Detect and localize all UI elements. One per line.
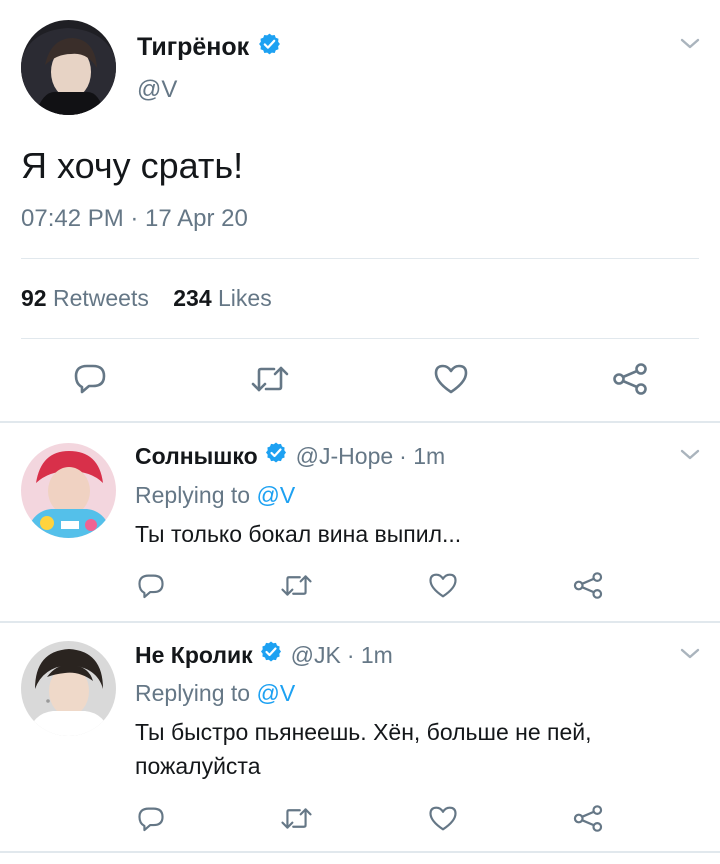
replying-to-label: Replying to: [135, 482, 251, 508]
likes-label: Likes: [218, 285, 272, 311]
likes-stat[interactable]: 234 Likes: [173, 285, 271, 311]
tweet-timestamp[interactable]: 07:42 PM · 17 Apr 20: [21, 205, 248, 233]
verified-badge-icon: [257, 32, 282, 62]
retweets-count: 92: [21, 285, 47, 311]
replying-to-handle[interactable]: @V: [256, 482, 295, 508]
replying-to-handle[interactable]: @V: [256, 680, 295, 706]
retweet-icon[interactable]: [280, 573, 313, 598]
chevron-down-icon[interactable]: [678, 646, 702, 662]
share-icon[interactable]: [611, 362, 649, 396]
author-handle[interactable]: @JK: [291, 642, 341, 669]
author-handle[interactable]: @V: [137, 76, 177, 104]
retweets-label: Retweets: [52, 285, 149, 311]
replying-to-label: Replying to: [135, 680, 251, 706]
reply-icon[interactable]: [73, 362, 107, 394]
divider: [0, 621, 720, 623]
replying-to: Replying to @V: [135, 680, 295, 707]
retweet-icon[interactable]: [280, 806, 313, 831]
author-name-row: Тигрёнок: [137, 32, 282, 62]
heart-icon[interactable]: [428, 805, 458, 832]
reply-icon[interactable]: [137, 805, 165, 832]
retweets-stat[interactable]: 92 Retweets: [21, 285, 155, 311]
reply-header: Солнышко @J-Hope · 1m: [135, 441, 445, 471]
reply-text-line: Ты только бокал вина выпил...: [135, 521, 462, 547]
likes-count: 234: [173, 285, 212, 311]
reply-icon[interactable]: [137, 572, 165, 599]
avatar[interactable]: [21, 20, 116, 115]
heart-icon[interactable]: [428, 572, 458, 599]
reply-text-line: пожалуйста: [135, 753, 261, 779]
reply-time: · 1m: [399, 442, 446, 469]
divider: [21, 338, 699, 339]
retweet-icon[interactable]: [250, 364, 290, 394]
chevron-down-icon[interactable]: [678, 36, 702, 52]
tweet-stats: 92 Retweets 234 Likes: [21, 285, 272, 312]
author-handle[interactable]: @J-Hope: [296, 443, 394, 470]
divider: [0, 421, 720, 423]
author-name[interactable]: Тигрёнок: [137, 33, 249, 62]
tweet-text: Я хочу срать!: [21, 145, 244, 186]
share-icon[interactable]: [572, 571, 604, 600]
author-name[interactable]: Не Кролик: [135, 642, 253, 669]
divider: [21, 258, 699, 259]
reply-header: Не Кролик @JK · 1m: [135, 640, 393, 670]
replying-to: Replying to @V: [135, 482, 295, 509]
avatar[interactable]: [21, 641, 116, 736]
share-icon[interactable]: [572, 804, 604, 833]
verified-badge-icon: [264, 441, 288, 471]
avatar[interactable]: [21, 443, 116, 538]
reply-time: · 1m: [346, 641, 393, 668]
chevron-down-icon[interactable]: [678, 447, 702, 463]
heart-icon[interactable]: [433, 363, 469, 395]
verified-badge-icon: [259, 640, 283, 670]
author-name[interactable]: Солнышко: [135, 443, 258, 470]
divider: [0, 851, 720, 853]
reply-text-line: Ты быстро пьянеешь. Хён, больше не пей,: [135, 719, 592, 745]
